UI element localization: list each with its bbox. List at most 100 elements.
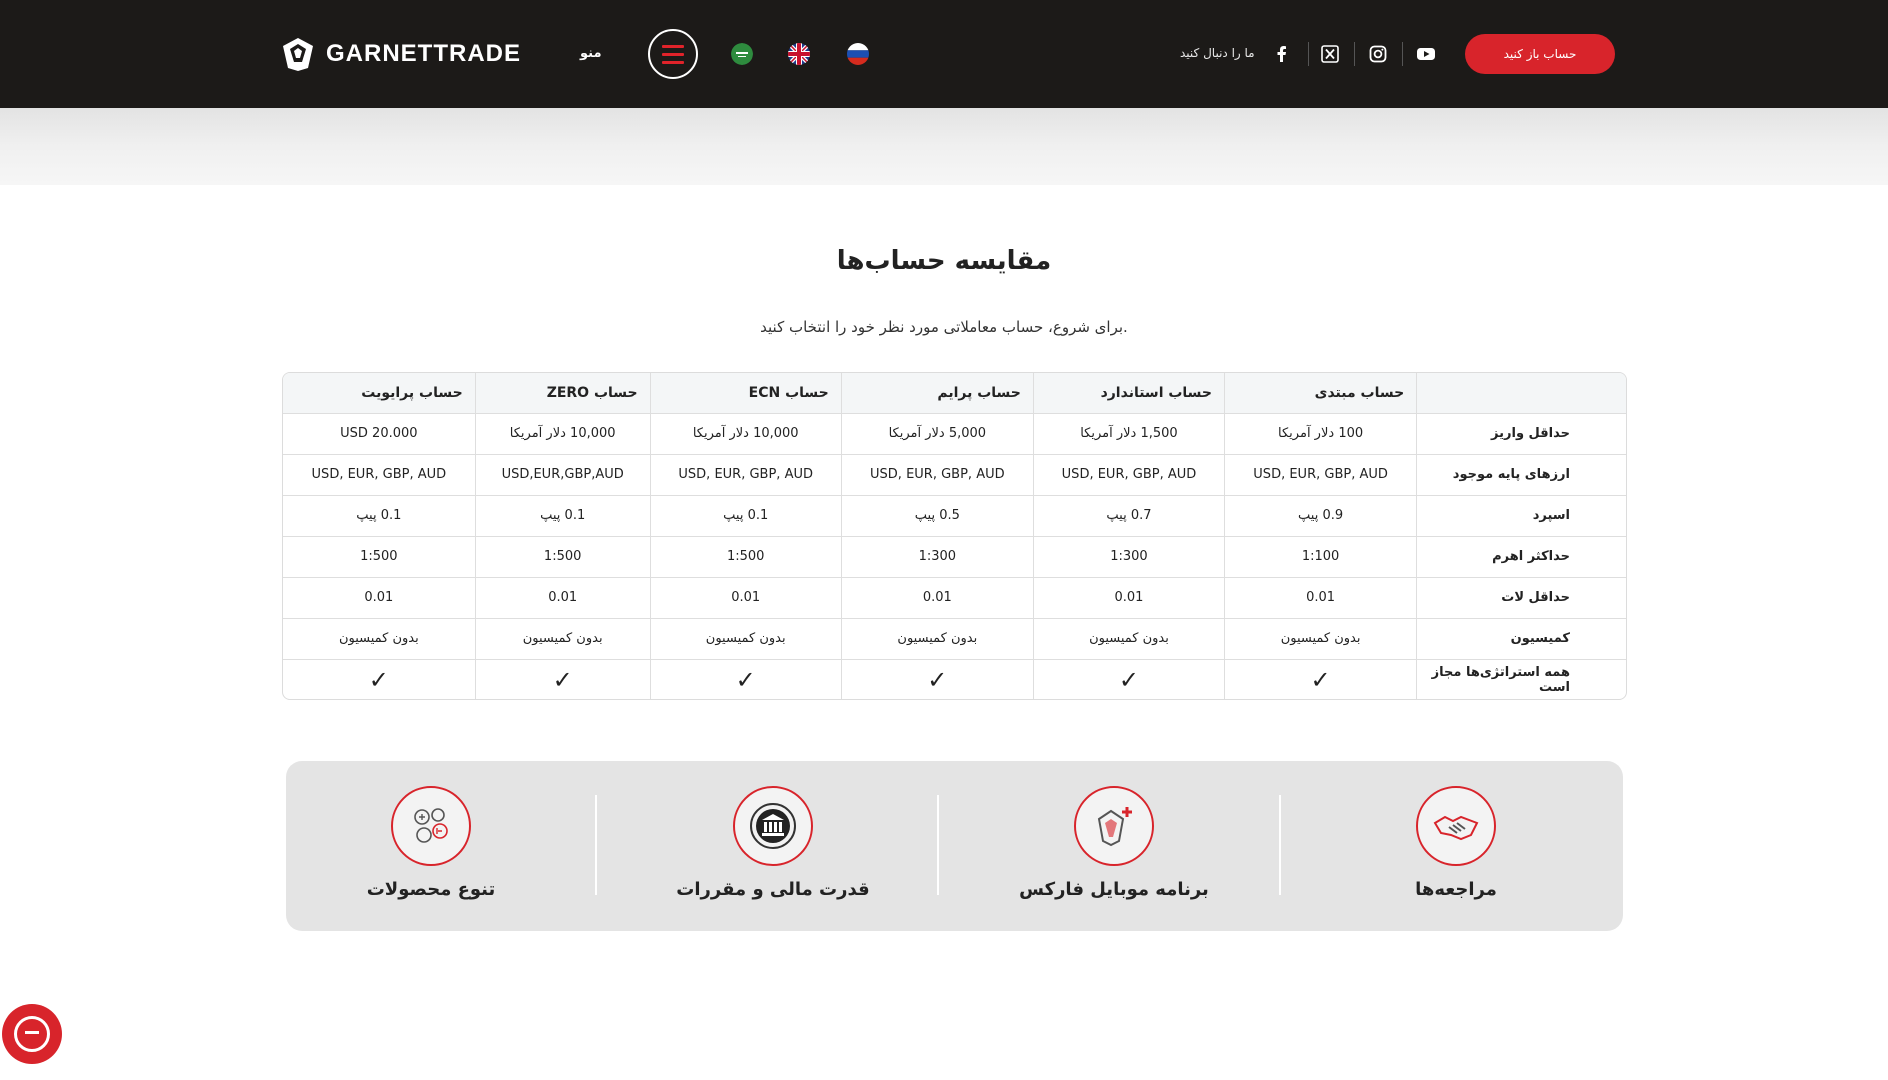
table-cell: 0.01	[841, 577, 1034, 619]
table-cell: 1,500 دلار آمریکا	[1033, 413, 1226, 455]
table-cell: بدون کمیسیون	[1224, 618, 1418, 660]
table-cell: USD, EUR, GBP, AUD	[650, 454, 842, 496]
table-row: اسپرد 0.9 پیپ 0.7 پیپ 0.5 پیپ 0.1 پیپ 0.…	[283, 495, 1626, 537]
hamburger-menu-button[interactable]	[648, 29, 698, 79]
check-icon: ✓	[650, 659, 842, 699]
x-twitter-icon[interactable]	[1318, 42, 1342, 66]
table-cell: 1:300	[1033, 536, 1226, 578]
table-cell: USD, EUR, GBP, AUD	[1033, 454, 1226, 496]
youtube-icon[interactable]	[1414, 42, 1438, 66]
table-cell: بدون کمیسیون	[841, 618, 1034, 660]
table-cell: 0.5 پیپ	[841, 495, 1034, 537]
table-row: حداکثر اهرم 1:100 1:300 1:300 1:500 1:50…	[283, 536, 1626, 578]
check-icon: ✓	[1033, 659, 1226, 699]
table-cell: 0.01	[475, 577, 651, 619]
follow-us-text: ما را دنبال کنید	[1180, 46, 1255, 60]
chat-icon	[14, 1016, 50, 1052]
table-row: کمیسیون بدون کمیسیون بدون کمیسیون بدون ک…	[283, 618, 1626, 660]
table-cell: 10,000 دلار آمریکا	[475, 413, 651, 455]
facebook-icon[interactable]	[1270, 42, 1294, 66]
table-cell: 5,000 دلار آمریکا	[841, 413, 1034, 455]
table-cell: 1:500	[475, 536, 651, 578]
features-bar: مراجعه‌ها برنامه موبایل فارکس قدرت مالی …	[286, 761, 1623, 931]
table-cell: USD 20.000	[283, 413, 476, 455]
divider	[1308, 42, 1309, 66]
header-zero: حساب ZERO	[475, 373, 651, 414]
table-cell: USD,EUR,GBP,AUD	[475, 454, 651, 496]
row-label-spread: اسپرد	[1416, 495, 1626, 537]
table-cell: 0.01	[1033, 577, 1226, 619]
header-standard: حساب استاندارد	[1033, 373, 1226, 414]
table-cell: 1:300	[841, 536, 1034, 578]
feature-references[interactable]: مراجعه‌ها	[1289, 761, 1623, 931]
header-ecn: حساب ECN	[650, 373, 842, 414]
menu-line-icon	[662, 52, 684, 56]
table-row: حداقل لات 0.01 0.01 0.01 0.01 0.01 0.01	[283, 577, 1626, 619]
table-row: ارزهای پایه موجود USD, EUR, GBP, AUD USD…	[283, 454, 1626, 496]
header-prime: حساب پرایم	[841, 373, 1034, 414]
account-comparison-table: حساب مبتدی حساب استاندارد حساب پرایم حسا…	[282, 372, 1627, 700]
row-label-all-strategies: همه استراتژی‌ها مجاز است	[1431, 664, 1570, 695]
divider	[1354, 42, 1355, 66]
table-cell: 0.01	[1224, 577, 1418, 619]
garnet-logo-icon	[283, 38, 313, 71]
table-cell: 0.1 پیپ	[283, 495, 476, 537]
row-label-min-deposit: حداقل واریز	[1416, 413, 1626, 455]
menu-label: منو	[580, 46, 602, 61]
table-cell: بدون کمیسیون	[650, 618, 842, 660]
feature-label: مراجعه‌ها	[1415, 879, 1497, 900]
table-cell: 100 دلار آمریکا	[1224, 413, 1418, 455]
table-cell: USD, EUR, GBP, AUD	[1224, 454, 1418, 496]
table-cell: بدون کمیسیون	[283, 618, 476, 660]
row-label-commission: کمیسیون	[1416, 618, 1626, 660]
handshake-icon	[1416, 786, 1496, 866]
table-cell: 0.01	[283, 577, 476, 619]
table-cell: بدون کمیسیون	[475, 618, 651, 660]
diamond-plus-icon	[1074, 786, 1154, 866]
page-title: مقایسه حساب‌ها	[836, 246, 1052, 276]
table-header-row: حساب مبتدی حساب استاندارد حساب پرایم حسا…	[283, 373, 1626, 414]
table-cell: 1:100	[1224, 536, 1418, 578]
table-cell: USD, EUR, GBP, AUD	[841, 454, 1034, 496]
table-row: همه استراتژی‌ها مجاز است ✓ ✓ ✓ ✓ ✓ ✓	[283, 659, 1626, 699]
flag-english-icon[interactable]	[788, 43, 810, 65]
table-cell: USD, EUR, GBP, AUD	[283, 454, 476, 496]
table-cell: 0.1 پیپ	[650, 495, 842, 537]
feature-mobile-app[interactable]: برنامه موبایل فارکس	[947, 761, 1281, 931]
table-cell: بدون کمیسیون	[1033, 618, 1226, 660]
menu-line-icon	[662, 60, 684, 64]
table-cell: 0.9 پیپ	[1224, 495, 1418, 537]
table-row: حداقل واریز 100 دلار آمریکا 1,500 دلار آ…	[283, 413, 1626, 455]
menu-line-icon	[662, 44, 684, 48]
live-chat-button[interactable]	[2, 1004, 62, 1064]
brand-logo[interactable]: GARNETTRADE	[280, 36, 521, 72]
row-label-min-lot: حداقل لات	[1416, 577, 1626, 619]
feature-label: تنوع محصولات	[366, 879, 496, 900]
check-icon: ✓	[283, 659, 476, 699]
feature-financial-strength[interactable]: قدرت مالی و مقررات	[606, 761, 940, 931]
currency-coins-icon	[391, 786, 471, 866]
flag-arabic-icon[interactable]	[731, 43, 753, 65]
site-header: GARNETTRADE منو ما را دنبال کنید حساب با…	[0, 0, 1888, 108]
bank-seal-icon	[733, 786, 813, 866]
table-cell: 1:500	[283, 536, 476, 578]
table-cell: 0.1 پیپ	[475, 495, 651, 537]
divider	[1402, 42, 1403, 66]
open-account-button[interactable]: حساب باز کنید	[1465, 34, 1615, 74]
table-cell: 1:500	[650, 536, 842, 578]
feature-product-variety[interactable]: تنوع محصولات	[264, 761, 598, 931]
header-beginner: حساب مبتدی	[1224, 373, 1418, 414]
header-private: حساب پرایویت	[283, 373, 476, 414]
page-subtitle: برای شروع، حساب معاملاتی مورد نظر خود را…	[760, 318, 1128, 336]
check-icon: ✓	[475, 659, 651, 699]
brand-name: GARNETTRADE	[326, 40, 521, 67]
hero-banner-strip	[0, 108, 1888, 185]
row-label-base-currencies: ارزهای پایه موجود	[1416, 454, 1626, 496]
check-icon: ✓	[1224, 659, 1418, 699]
header-label-cell	[1416, 373, 1626, 414]
instagram-icon[interactable]	[1366, 42, 1390, 66]
table-cell: 10,000 دلار آمریکا	[650, 413, 842, 455]
flag-russian-icon[interactable]	[847, 43, 869, 65]
feature-label: قدرت مالی و مقررات	[676, 879, 870, 900]
check-icon: ✓	[841, 659, 1034, 699]
